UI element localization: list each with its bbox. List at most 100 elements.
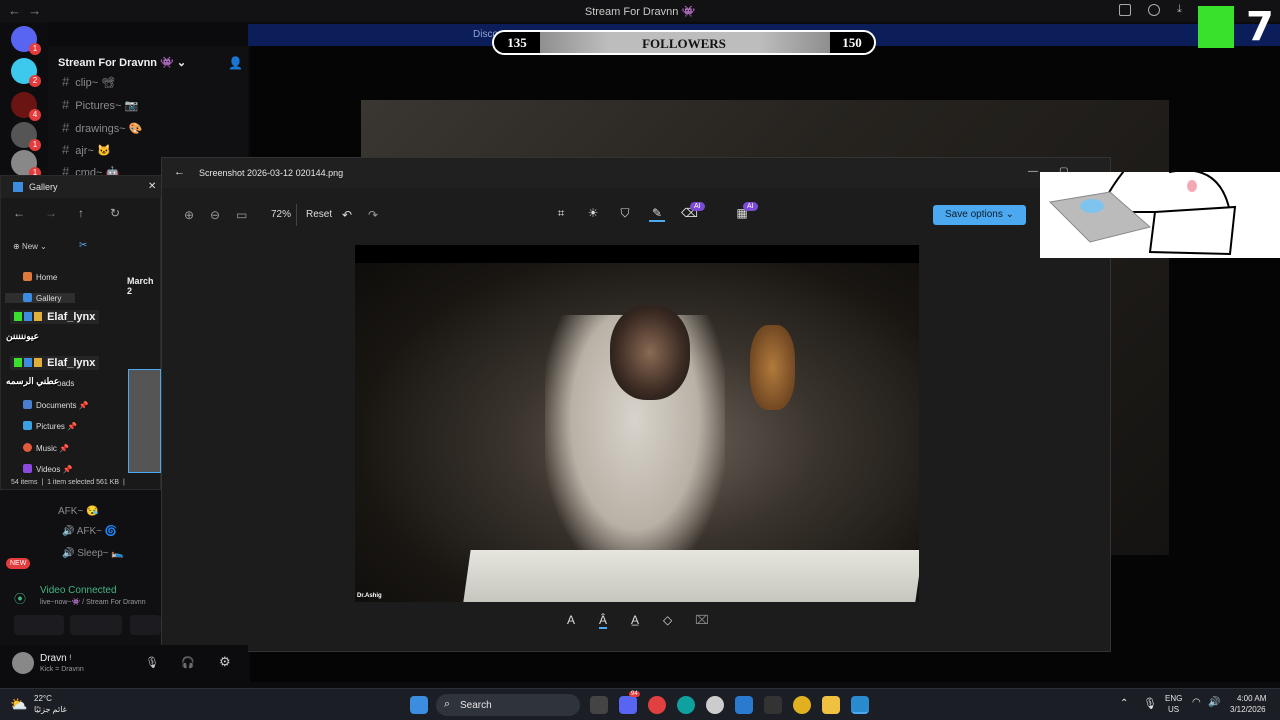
nav-videos[interactable]: Videos 📌 xyxy=(23,464,73,474)
close-icon[interactable]: ✕ xyxy=(148,181,156,192)
server-icon[interactable]: 1 xyxy=(11,122,41,151)
settings-icon[interactable] xyxy=(706,696,724,714)
server-icon[interactable]: 1 xyxy=(11,150,41,179)
search-icon: ⌕ xyxy=(444,698,451,710)
language[interactable]: ENG xyxy=(1165,694,1182,703)
server-name[interactable]: Stream For Dravnn 👾 ⌄ xyxy=(58,56,186,69)
undo-icon[interactable]: ↶ xyxy=(342,208,352,222)
discord-app-icon[interactable]: 94 xyxy=(619,691,640,714)
screen-share-button[interactable] xyxy=(70,615,122,635)
headphones-icon[interactable]: 🎧 xyxy=(181,656,195,669)
crop-icon[interactable]: ⌗ xyxy=(553,206,569,222)
minimize-icon[interactable]: — xyxy=(1028,166,1038,177)
nav-downloads[interactable]: oads xyxy=(57,379,74,388)
clock-date[interactable]: 3/12/2026 xyxy=(1230,705,1266,714)
mic-icon[interactable]: 🎙 xyxy=(145,656,159,669)
cut-icon[interactable]: ✂ xyxy=(79,240,87,251)
video-connected-label: Video Connected xyxy=(40,585,117,596)
zoom-in-icon[interactable]: ⊕ xyxy=(184,208,194,222)
edge-icon[interactable] xyxy=(677,696,695,714)
voice-channel[interactable]: 🔊 Sleep~ 🛌 xyxy=(62,548,124,559)
background-icon[interactable]: ▦ AI xyxy=(734,202,758,222)
channel-item[interactable]: # ajr~ 🐱 xyxy=(62,142,111,157)
signal-icon: ⦿ xyxy=(14,592,27,606)
fit-icon[interactable]: ▭ xyxy=(236,208,247,222)
weather-icon[interactable]: ⛅ xyxy=(10,696,27,713)
chevron-up-icon[interactable]: ⌃ xyxy=(1120,698,1128,709)
nav-home[interactable]: Home xyxy=(23,272,57,282)
voice-category[interactable]: AFK~ 😪 xyxy=(58,506,99,517)
reset-button[interactable]: Reset xyxy=(306,209,332,220)
divider xyxy=(296,204,297,226)
k7-logo-digit: 7 xyxy=(1246,4,1274,50)
file-explorer-icon[interactable] xyxy=(822,696,840,714)
channel-item[interactable]: # Pictures~ 📷 xyxy=(62,97,138,112)
help-icon[interactable] xyxy=(1148,4,1160,16)
download-icon[interactable]: ⤓ xyxy=(1177,3,1182,16)
wifi-icon[interactable]: ◠ xyxy=(1192,697,1201,708)
add-member-icon[interactable]: 👤 xyxy=(228,56,243,70)
obs-icon[interactable] xyxy=(764,696,782,714)
clear-icon[interactable]: ⌧ xyxy=(695,613,709,627)
inbox-icon[interactable] xyxy=(1119,4,1131,16)
settings-gear-icon[interactable]: ⚙ xyxy=(219,654,231,670)
chat-username: Elaf_lynx xyxy=(10,356,100,370)
markup-tools: A Â A̲ ◇ ⌧ xyxy=(162,613,1110,633)
discord-home-icon[interactable]: 1 xyxy=(11,26,41,55)
avatar[interactable] xyxy=(12,652,34,674)
followers-label: FOLLOWERS xyxy=(642,36,726,51)
chat-message: عطني الرسمه xyxy=(6,376,60,386)
start-icon[interactable] xyxy=(410,696,428,714)
task-view-icon[interactable] xyxy=(590,696,608,714)
new-button[interactable]: ⊕ New ⌄ xyxy=(13,242,47,251)
channel-item[interactable]: # clip~ 📽 xyxy=(62,74,115,89)
photos-app-icon[interactable] xyxy=(851,696,869,714)
selected-thumbnail[interactable] xyxy=(128,369,161,473)
back-icon[interactable]: ← xyxy=(13,206,25,220)
zoom-level[interactable]: 72% xyxy=(271,209,291,220)
volume-icon[interactable]: 🔊 xyxy=(1208,697,1220,708)
ai-badge: AI xyxy=(690,202,705,211)
back-icon[interactable]: ← xyxy=(174,166,185,178)
eraser-icon[interactable]: ◇ xyxy=(663,613,672,627)
voice-channel[interactable]: 🔊 AFK~ 🌀 xyxy=(62,526,117,537)
mic-tray-icon[interactable]: 🎙 xyxy=(1143,697,1157,710)
nav-music[interactable]: Music 📌 xyxy=(23,443,69,453)
nav-pictures[interactable]: Pictures 📌 xyxy=(23,421,77,431)
pen-tool-icon[interactable]: A xyxy=(567,613,575,627)
camera-off-button[interactable] xyxy=(14,615,64,635)
highlighter-tool-icon[interactable]: Â xyxy=(599,613,608,629)
nav-documents[interactable]: Documents 📌 xyxy=(23,400,89,410)
clock-time[interactable]: 4:00 AM xyxy=(1237,694,1266,703)
date-header: March 2 xyxy=(127,276,154,296)
refresh-icon[interactable]: ↻ xyxy=(110,206,120,220)
video-connected-sub[interactable]: live~now~👾 / Stream For Dravnn xyxy=(40,598,146,606)
nav-gallery[interactable]: Gallery xyxy=(5,293,75,303)
region[interactable]: US xyxy=(1168,705,1179,714)
kick-logo-icon xyxy=(1198,6,1234,48)
edited-photo[interactable]: Dr.Ashig xyxy=(355,245,919,602)
discord-badge: 94 xyxy=(629,691,640,697)
redo-icon[interactable]: ↷ xyxy=(368,208,378,222)
up-icon[interactable]: ↑ xyxy=(78,206,84,220)
chat-username: Elaf_lynx xyxy=(10,310,100,324)
erase-icon[interactable]: ⌫ AI xyxy=(681,202,705,222)
chrome-icon[interactable] xyxy=(793,696,811,714)
search-box[interactable]: ⌕ Search xyxy=(436,694,580,716)
user-status: Kick = Dravnn xyxy=(40,666,84,673)
save-options-button[interactable]: Save options ⌄ xyxy=(933,205,1026,225)
activities-button[interactable] xyxy=(130,615,161,635)
notification-badge: 1 xyxy=(29,43,41,55)
server-icon[interactable]: 4 xyxy=(11,92,41,121)
forward-icon[interactable]: → xyxy=(45,206,57,220)
markup-pen-icon[interactable]: ✎ xyxy=(649,206,665,222)
channel-item[interactable]: # drawings~ 🎨 xyxy=(62,120,142,135)
filter-icon[interactable]: ⛉ xyxy=(617,206,633,222)
store-icon[interactable] xyxy=(735,696,753,714)
adjust-brightness-icon[interactable]: ☀ xyxy=(585,206,601,222)
server-icon[interactable]: 2 xyxy=(11,58,41,87)
app-icon[interactable] xyxy=(648,696,666,714)
text-tool-icon[interactable]: A̲ xyxy=(631,613,639,627)
photos-app-window: ← Screenshot 2026-03-12 020144.png — ▢ ⊕… xyxy=(161,157,1111,652)
zoom-out-icon[interactable]: ⊖ xyxy=(210,208,220,222)
